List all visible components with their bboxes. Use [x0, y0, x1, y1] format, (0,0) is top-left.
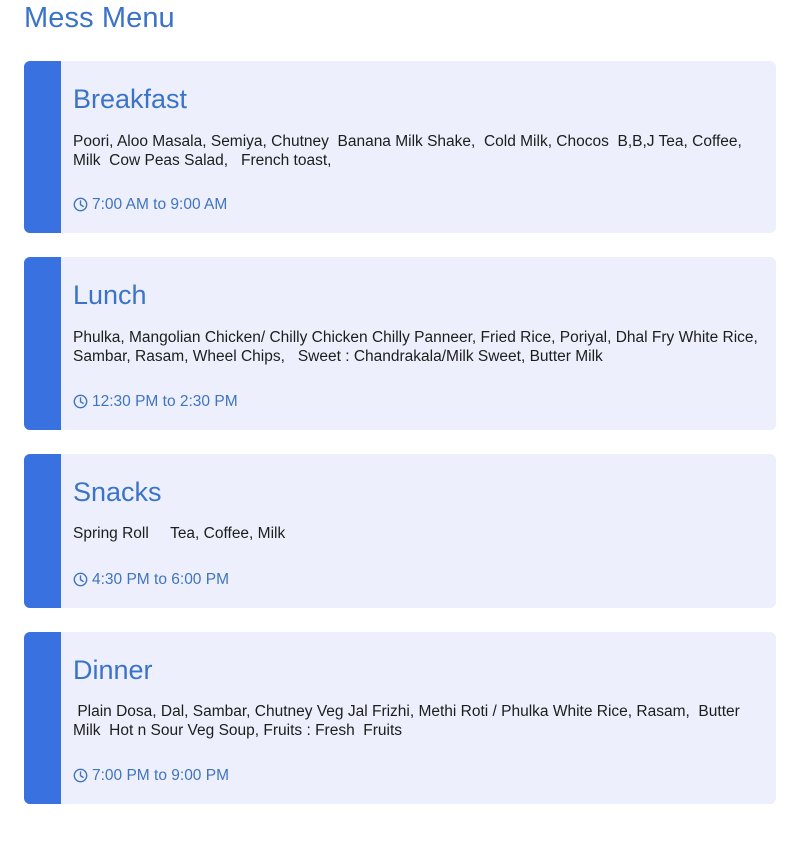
clock-icon: [73, 394, 88, 409]
meal-time: 7:00 AM to 9:00 AM: [73, 195, 227, 214]
page-title: Mess Menu: [24, 2, 175, 34]
meal-title: Dinner: [73, 655, 153, 685]
meal-title: Lunch: [73, 280, 147, 310]
meal-title: Breakfast: [73, 84, 188, 114]
clock-icon: [73, 768, 88, 783]
meal-card-breakfast: Breakfast Poori, Aloo Masala, Semiya, Ch…: [24, 61, 776, 233]
meal-card-snacks: Snacks Spring Roll Tea, Coffee, Milk 4:3…: [24, 454, 776, 608]
clock-icon: [73, 197, 88, 212]
meal-items: Poori, Aloo Masala, Semiya, Chutney Bana…: [73, 133, 747, 169]
meal-time-text: 4:30 PM to 6:00 PM: [92, 571, 229, 588]
meal-items: Plain Dosa, Dal, Sambar, Chutney Veg Jal…: [73, 703, 745, 739]
meal-time-text: 12:30 PM to 2:30 PM: [92, 393, 238, 410]
meal-items: Spring Roll Tea, Coffee, Milk: [73, 525, 286, 542]
meal-time: 7:00 PM to 9:00 PM: [73, 766, 229, 785]
meal-items: Phulka, Mangolian Chicken/ Chilly Chicke…: [73, 329, 763, 365]
clock-icon: [73, 572, 88, 587]
meal-time: 4:30 PM to 6:00 PM: [73, 570, 229, 589]
card-content: Dinner Plain Dosa, Dal, Sambar, Chutney …: [73, 632, 758, 804]
card-accent-bar: [24, 454, 61, 608]
card-content: Lunch Phulka, Mangolian Chicken/ Chilly …: [73, 257, 758, 430]
meal-time-text: 7:00 AM to 9:00 AM: [92, 196, 228, 213]
card-accent-bar: [24, 61, 61, 233]
meal-title: Snacks: [73, 477, 162, 507]
card-content: Snacks Spring Roll Tea, Coffee, Milk 4:3…: [73, 454, 758, 608]
meal-card-dinner: Dinner Plain Dosa, Dal, Sambar, Chutney …: [24, 632, 776, 804]
card-accent-bar: [24, 257, 61, 430]
card-content: Breakfast Poori, Aloo Masala, Semiya, Ch…: [73, 61, 758, 233]
meal-time-text: 7:00 PM to 9:00 PM: [92, 767, 229, 784]
meal-card-lunch: Lunch Phulka, Mangolian Chicken/ Chilly …: [24, 257, 776, 430]
card-accent-bar: [24, 632, 61, 804]
mess-menu-page: Mess Menu Breakfast Poori, Aloo Masala, …: [0, 0, 800, 843]
meal-time: 12:30 PM to 2:30 PM: [73, 392, 238, 411]
